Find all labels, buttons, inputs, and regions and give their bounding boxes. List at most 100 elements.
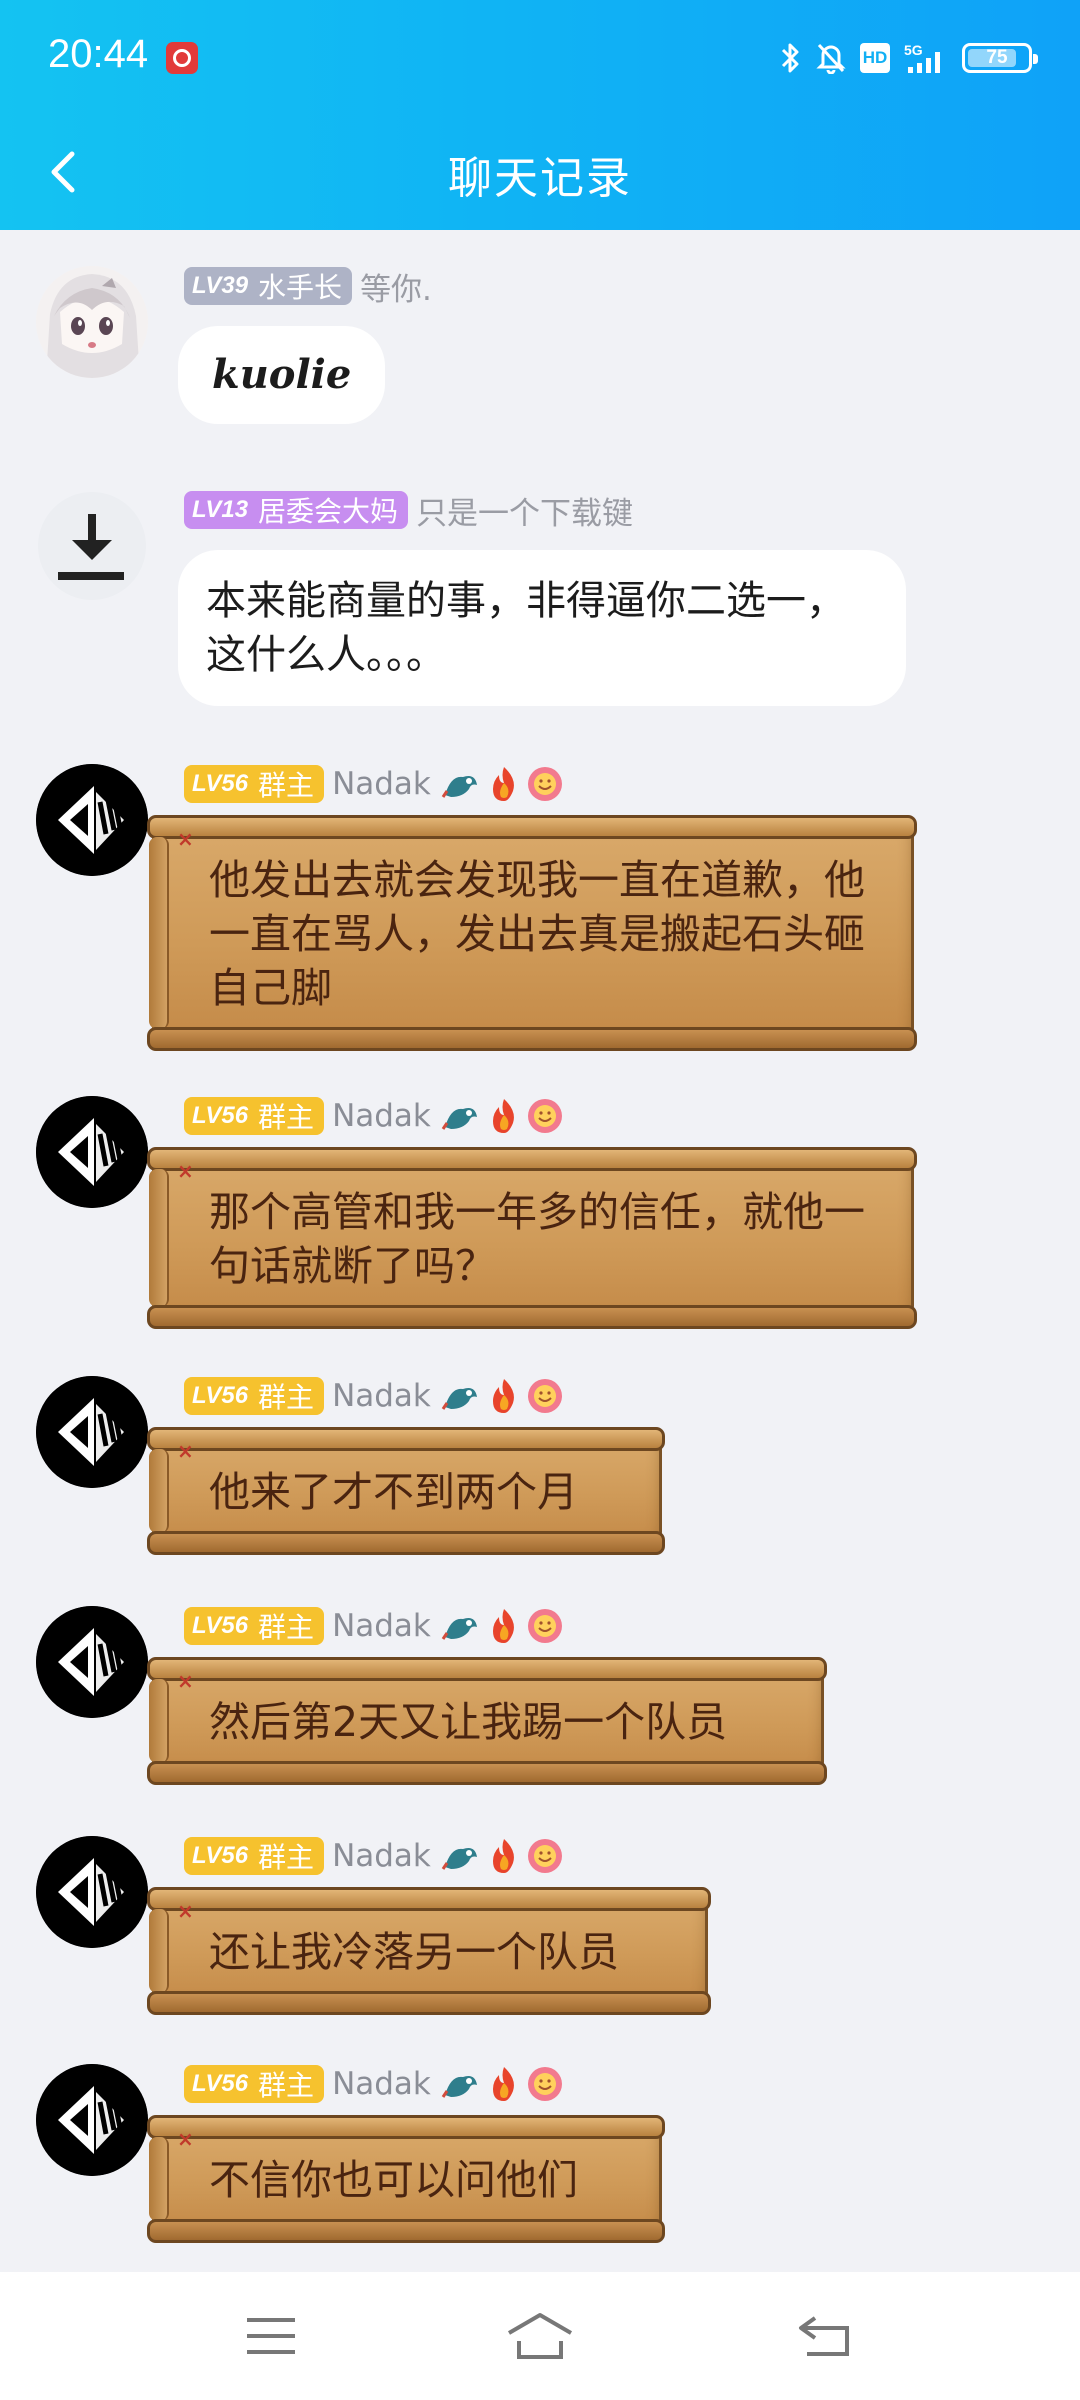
anime-girl-avatar[interactable] [36,266,148,378]
download-avatar[interactable] [36,490,148,602]
sender-name[interactable]: Nadak [332,1608,431,1644]
status-icons: HD 5G 75 [780,38,1038,78]
nadak-avatar[interactable] [36,1096,148,1208]
sender-meta: LV13 居委会大妈 只是一个下载键 [184,488,633,533]
member-title: 群主 [258,1381,315,1414]
home-icon [507,2313,573,2359]
sender-meta: LV56 群主 Nadak [184,2064,563,2104]
message-text: kuolie [212,351,352,398]
back-icon [799,2316,849,2356]
member-title: 群主 [258,1611,315,1644]
message-text: 不信你也可以问他们 [209,2156,578,2204]
message-bubble[interactable]: × 不信你也可以问他们 [147,2115,665,2243]
network-label: 5G [904,42,923,58]
level-badge: LV56 群主 [184,2065,325,2103]
smile-flower-icon [527,1609,562,1643]
fire-icon [492,1839,514,1873]
sender-meta: LV56 群主 Nadak [184,1606,563,1646]
status-bar: 20:44 HD 5G 75 [0,0,1080,116]
sender-meta: LV56 群主 Nadak [184,1376,563,1416]
member-title: 群主 [258,2069,315,2102]
sender-meta: LV39 水手长 等你. [184,264,432,309]
dragon-icon [441,2076,477,2098]
nick-decorations [441,1097,563,1135]
battery-icon: 75 [962,41,1038,75]
smile-flower-icon [527,2067,562,2101]
dragon-icon [441,1618,477,1640]
sender-name[interactable]: Nadak [332,1378,431,1414]
message-text: 他发出去就会发现我一直在道歉，他一直在骂人，发出去真是搬起石头砸自己脚 [209,856,865,1012]
system-nav-bar [0,2272,1080,2400]
message-bubble[interactable]: kuolie [178,326,386,424]
smile-flower-icon [527,1099,562,1133]
mute-bell-icon [816,41,846,75]
sender-name[interactable]: 只是一个下载键 [416,488,633,533]
smile-flower-icon [527,1379,562,1413]
message-text: 他来了才不到两个月 [209,1468,578,1516]
smile-flower-icon [527,1839,562,1873]
sender-name[interactable]: Nadak [332,2066,431,2102]
battery-level: 75 [986,47,1008,68]
member-title: 群主 [258,1841,315,1874]
nadak-avatar[interactable] [36,1376,148,1488]
level-badge: LV56 群主 [184,1607,325,1645]
dragon-icon [441,1388,477,1410]
member-title: 居委会大妈 [258,495,399,528]
message-bubble[interactable]: × 还让我冷落另一个队员 [147,1887,711,2015]
message-text: 那个高管和我一年多的信任，就他一句话就断了吗？ [209,1188,865,1290]
header: 20:44 HD 5G 75 聊天记录 [0,0,1080,230]
fire-icon [492,1379,514,1413]
home-button[interactable] [505,2304,575,2368]
nadak-avatar[interactable] [36,764,148,876]
member-title: 群主 [258,769,315,802]
sender-name[interactable]: 等你. [360,264,432,309]
nadak-avatar[interactable] [36,2064,148,2176]
sender-name[interactable]: Nadak [332,766,431,802]
signal-5g-icon: 5G [904,41,948,75]
dragon-icon [441,1848,477,1870]
message-text: 本来能商量的事，非得逼你二选一，这什么人。。。 [206,578,846,678]
message-bubble[interactable]: × 然后第2天又让我踢一个队员 [147,1657,827,1785]
dragon-icon [441,1108,477,1130]
level-badge: LV56 群主 [184,1097,325,1135]
level-badge: LV13 居委会大妈 [184,491,409,529]
level-badge: LV39 水手长 [184,267,353,305]
member-title: 水手长 [258,271,343,304]
dragon-icon [441,776,477,798]
nadak-avatar[interactable] [36,1606,148,1718]
back-nav-button[interactable] [790,2304,860,2368]
title-bar: 聊天记录 [0,116,1080,230]
sender-name[interactable]: Nadak [332,1098,431,1134]
fire-icon [492,1609,514,1643]
status-time: 20:44 [48,32,149,76]
nick-decorations [441,1837,563,1875]
message-bubble[interactable]: × 他来了才不到两个月 [147,1427,665,1555]
level-badge: LV56 群主 [184,1837,325,1875]
level-badge: LV56 群主 [184,1377,325,1415]
message-text: 然后第2天又让我踢一个队员 [209,1698,728,1746]
menu-icon [247,2318,295,2354]
menu-button[interactable] [236,2304,306,2368]
message-bubble[interactable]: × 那个高管和我一年多的信任，就他一句话就断了吗？ [147,1147,917,1329]
sender-meta: LV56 群主 Nadak [184,1096,563,1136]
sender-meta: LV56 群主 Nadak [184,764,563,804]
fire-icon [492,1099,514,1133]
netease-music-icon [166,42,198,74]
sender-name[interactable]: Nadak [332,1838,431,1874]
nick-decorations [441,1607,563,1645]
smile-flower-icon [527,767,562,801]
nick-decorations [441,765,563,803]
level-badge: LV56 群主 [184,765,325,803]
nadak-avatar[interactable] [36,1836,148,1948]
page-title: 聊天记录 [448,153,632,204]
member-title: 群主 [258,1101,315,1134]
nick-decorations [441,1377,563,1415]
hd-icon: HD [860,41,890,75]
message-bubble[interactable]: 本来能商量的事，非得逼你二选一，这什么人。。。 [178,550,906,706]
fire-icon [492,2067,514,2101]
bluetooth-icon [780,41,802,75]
sender-meta: LV56 群主 Nadak [184,1836,563,1876]
message-bubble[interactable]: × 他发出去就会发现我一直在道歉，他一直在骂人，发出去真是搬起石头砸自己脚 [147,815,917,1051]
fire-icon [492,767,514,801]
nick-decorations [441,2065,563,2103]
